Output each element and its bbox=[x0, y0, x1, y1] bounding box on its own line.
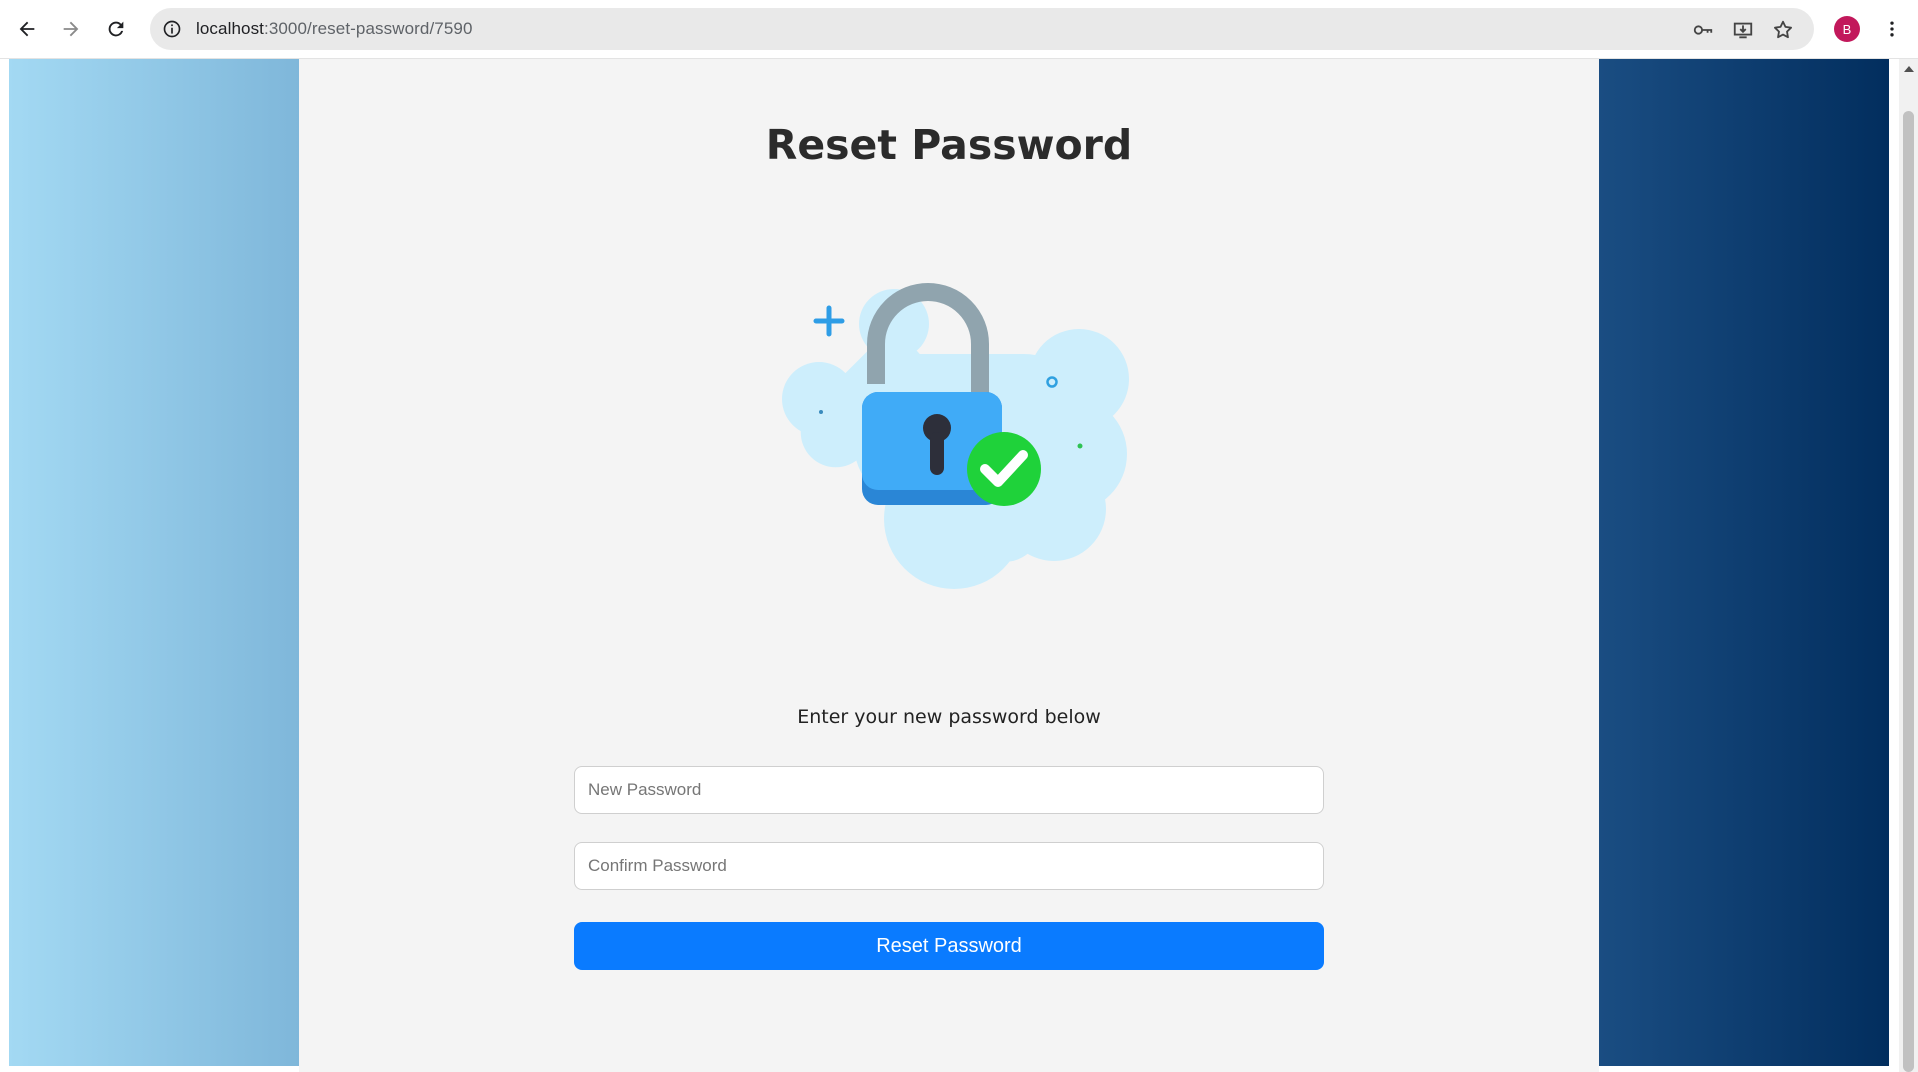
instruction-text: Enter your new password below bbox=[797, 706, 1101, 728]
page-viewport: Reset Password Enter your new password b… bbox=[0, 59, 1918, 1072]
vertical-scrollbar[interactable] bbox=[1899, 59, 1918, 1072]
reset-password-panel: Reset Password Enter your new password b… bbox=[299, 59, 1599, 1072]
install-app-icon[interactable] bbox=[1730, 17, 1756, 43]
confirm-password-field[interactable] bbox=[574, 842, 1324, 890]
bookmark-star-icon[interactable] bbox=[1770, 17, 1796, 43]
url-host: localhost bbox=[196, 19, 264, 38]
browser-toolbar: localhost:3000/reset-password/7590 B bbox=[0, 0, 1918, 59]
password-key-icon[interactable] bbox=[1690, 17, 1716, 43]
new-password-field[interactable] bbox=[574, 766, 1324, 814]
profile-avatar[interactable]: B bbox=[1834, 16, 1860, 42]
left-gradient-panel bbox=[9, 59, 299, 1066]
url-path: :3000/reset-password/7590 bbox=[264, 19, 473, 38]
scroll-up-arrow-icon[interactable] bbox=[1899, 59, 1918, 79]
scrollbar-thumb[interactable] bbox=[1903, 111, 1914, 1072]
avatar-letter: B bbox=[1842, 21, 1852, 37]
reset-password-button[interactable]: Reset Password bbox=[574, 922, 1324, 970]
reload-icon[interactable] bbox=[100, 13, 132, 45]
right-gradient-panel bbox=[1599, 59, 1889, 1066]
back-arrow-icon[interactable] bbox=[11, 13, 43, 45]
unlocked-padlock-icon bbox=[769, 274, 1129, 614]
forward-arrow-icon[interactable] bbox=[55, 13, 87, 45]
address-bar[interactable]: localhost:3000/reset-password/7590 bbox=[150, 8, 1814, 50]
url-text[interactable]: localhost:3000/reset-password/7590 bbox=[196, 19, 473, 39]
more-menu-icon[interactable] bbox=[1880, 14, 1904, 44]
page-title: Reset Password bbox=[765, 121, 1133, 169]
site-info-icon[interactable] bbox=[160, 17, 184, 41]
